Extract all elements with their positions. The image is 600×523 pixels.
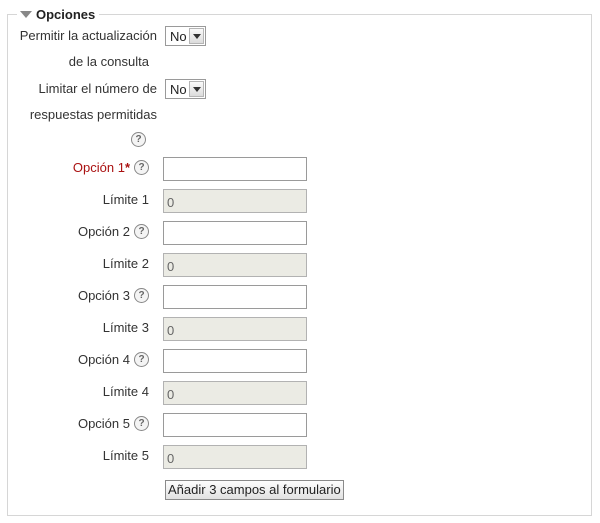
option-3-input[interactable] xyxy=(163,285,307,309)
option-2-input[interactable] xyxy=(163,221,307,245)
limit-5-input: 0 xyxy=(163,445,307,469)
limit-2-input: 0 xyxy=(163,253,307,277)
allow-update-value: No xyxy=(170,28,187,44)
option-3-label: Opción 3? xyxy=(78,288,149,304)
limit-answers-value: No xyxy=(170,81,187,97)
option-1-label-text: Opción 1 xyxy=(72,160,125,175)
limit-3-input: 0 xyxy=(163,317,307,341)
section-legend[interactable]: Opciones xyxy=(17,6,100,22)
limit-4-label: Límite 4 xyxy=(102,384,149,399)
limit-5-label: Límite 5 xyxy=(102,448,149,463)
option-2-help-icon[interactable]: ? xyxy=(134,224,149,240)
limit-answers-help-icon[interactable]: ? xyxy=(131,132,146,147)
option-4-label-text: Opción 4 xyxy=(77,352,130,367)
dropdown-arrow-icon[interactable] xyxy=(189,81,204,97)
option-1-input[interactable] xyxy=(163,157,307,181)
add-fields-button[interactable]: Añadir 3 campos al formulario xyxy=(165,480,344,500)
collapse-triangle-icon[interactable] xyxy=(20,10,32,18)
limit-1-label: Límite 1 xyxy=(102,192,149,207)
allow-update-select[interactable]: No xyxy=(165,26,206,46)
option-5-label: Opción 5? xyxy=(78,416,149,432)
section-title: Opciones xyxy=(36,6,96,22)
limit-3-label: Límite 3 xyxy=(102,320,149,335)
option-5-label-text: Opción 5 xyxy=(77,416,130,431)
option-3-label-text: Opción 3 xyxy=(77,288,130,303)
limit-2-label: Límite 2 xyxy=(102,256,149,271)
option-2-label-text: Opción 2 xyxy=(77,224,130,239)
allow-update-label-line2: de la consulta xyxy=(68,54,149,69)
limit-answers-label-line2: respuestas permitidas xyxy=(29,107,157,122)
limit-answers-select[interactable]: No xyxy=(165,79,206,99)
allow-update-label-line1: Permitir la actualización xyxy=(19,28,157,43)
option-5-input[interactable] xyxy=(163,413,307,437)
limit-4-input: 0 xyxy=(163,381,307,405)
option-1-label: Opción 1*? xyxy=(73,160,149,176)
option-4-input[interactable] xyxy=(163,349,307,373)
required-mark: * xyxy=(124,160,130,175)
option-2-label: Opción 2? xyxy=(78,224,149,240)
option-4-label: Opción 4? xyxy=(78,352,149,368)
limit-answers-label-line1: Limitar el número de xyxy=(38,81,158,96)
dropdown-arrow-icon[interactable] xyxy=(189,28,204,44)
option-4-help-icon[interactable]: ? xyxy=(134,352,149,368)
option-3-help-icon[interactable]: ? xyxy=(134,288,149,304)
limit-1-input: 0 xyxy=(163,189,307,213)
option-1-help-icon[interactable]: ? xyxy=(134,160,149,176)
option-5-help-icon[interactable]: ? xyxy=(134,416,149,432)
